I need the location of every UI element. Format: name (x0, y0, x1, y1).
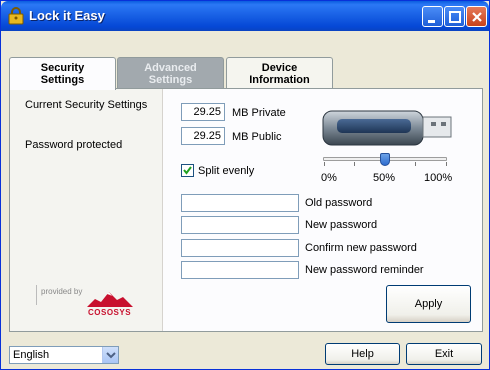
new-password-label: New password (305, 219, 378, 231)
checkmark-icon (183, 166, 192, 175)
slider-tick (446, 162, 447, 166)
split-evenly-checkbox[interactable] (181, 164, 194, 177)
new-password-field[interactable] (181, 216, 299, 234)
slider-tick (324, 162, 325, 166)
minimize-button[interactable] (422, 6, 443, 27)
maximize-icon (449, 11, 461, 23)
app-window: Lock it Easy Security Settings Advanced … (0, 0, 490, 370)
public-size-input[interactable]: 29.25 (181, 127, 225, 145)
provider-logo: provided by COSOSYS (36, 285, 136, 321)
tab-label: Device (261, 62, 298, 74)
partition-slider-thumb[interactable] (380, 153, 390, 166)
public-unit-label: MB Public (232, 131, 282, 143)
close-button[interactable] (466, 6, 487, 27)
brand-label: COSOSYS (88, 308, 132, 317)
mountain-logo-icon (87, 292, 133, 307)
help-button[interactable]: Help (325, 343, 400, 365)
dropdown-arrow[interactable] (102, 347, 118, 363)
old-password-field[interactable] (181, 194, 299, 212)
password-reminder-field[interactable] (181, 261, 299, 279)
chevron-down-icon (106, 352, 116, 359)
old-password-label: Old password (305, 197, 373, 209)
provided-by-label: provided by (41, 287, 83, 296)
lock-icon (8, 7, 24, 25)
language-select[interactable]: English (9, 346, 119, 364)
slider-tick (354, 162, 355, 166)
tab-label: Settings (40, 74, 85, 86)
status-column: Current Security Settings Password prote… (10, 89, 162, 331)
tab-label: Advanced (144, 62, 197, 74)
slider-mid-label: 50% (373, 172, 396, 184)
slider-tick (415, 162, 416, 166)
confirm-password-field[interactable] (181, 239, 299, 257)
close-icon (472, 12, 482, 22)
tab-label: Security (40, 62, 85, 74)
minimize-icon (428, 20, 435, 23)
maximize-button[interactable] (444, 6, 465, 27)
tab-security-settings[interactable]: Security Settings (9, 57, 116, 90)
confirm-password-label: Confirm new password (305, 242, 417, 254)
tab-advanced-settings[interactable]: Advanced Settings (117, 57, 224, 89)
private-unit-label: MB Private (232, 107, 286, 119)
slider-min-label: 0% (321, 172, 337, 184)
apply-button[interactable]: Apply (386, 285, 471, 323)
column-divider (162, 89, 163, 331)
title-bar[interactable]: Lock it Easy (1, 1, 489, 31)
password-reminder-label: New password reminder (305, 264, 424, 276)
usb-drive-icon (322, 110, 452, 146)
current-settings-label: Current Security Settings (25, 99, 148, 111)
language-value: English (13, 349, 50, 361)
slider-max-label: 100% (424, 172, 453, 184)
window-title: Lock it Easy (29, 8, 105, 23)
password-protected-label: Password protected (25, 139, 123, 151)
tab-label: Information (249, 74, 310, 86)
tab-device-information[interactable]: Device Information (226, 57, 333, 89)
split-evenly-label: Split evenly (198, 165, 255, 177)
exit-button[interactable]: Exit (406, 343, 482, 365)
tab-label: Settings (148, 74, 193, 86)
private-size-input[interactable]: 29.25 (181, 103, 225, 121)
